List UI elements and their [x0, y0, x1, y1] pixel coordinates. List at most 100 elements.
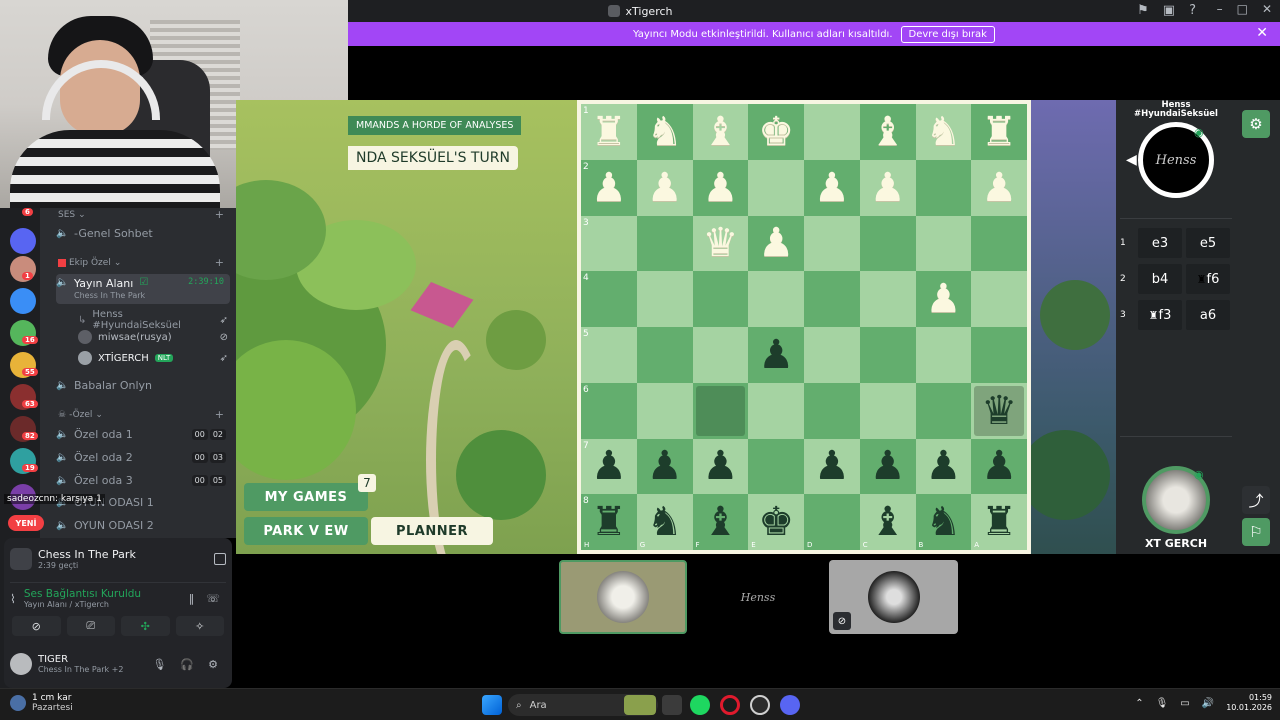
chess-piece[interactable]: ♟	[814, 446, 850, 486]
board-square[interactable]	[748, 438, 804, 495]
board-square[interactable]	[971, 271, 1027, 327]
board-square[interactable]: ♟	[692, 159, 749, 216]
board-square[interactable]	[636, 327, 693, 383]
maximize-button[interactable]: □	[1237, 2, 1248, 16]
file-explorer-icon[interactable]	[662, 695, 682, 715]
board-square[interactable]: ♞	[915, 104, 972, 160]
noise-suppression-icon[interactable]: ‖	[189, 592, 195, 605]
widget-icon[interactable]	[624, 695, 656, 715]
chess-piece[interactable]: ♟	[870, 168, 906, 208]
chess-piece[interactable]: ♞	[647, 112, 683, 152]
board-square[interactable]: ♟	[915, 438, 972, 495]
chess-piece[interactable]: ♚	[758, 112, 794, 152]
chess-piece[interactable]: ♜	[591, 502, 627, 542]
camera-off-button[interactable]: ⊘	[12, 616, 61, 636]
my-games-button[interactable]: MY GAMES	[244, 483, 368, 511]
board-square[interactable]: F ♝	[692, 494, 749, 550]
board-square[interactable]: 5	[581, 327, 637, 383]
board-square[interactable]	[804, 327, 860, 383]
headphones-icon[interactable]: 🎧	[180, 658, 194, 671]
screen-share-button[interactable]: ⎚	[66, 616, 115, 636]
move-cell[interactable]: e3	[1138, 228, 1182, 258]
board-square[interactable]	[971, 327, 1027, 383]
activity-button[interactable]: ✣	[121, 616, 170, 636]
board-square[interactable]	[859, 271, 916, 327]
move-cell[interactable]: ♜ f6	[1186, 264, 1230, 294]
board-square[interactable]	[636, 382, 693, 439]
board-square[interactable]: ♜	[971, 104, 1027, 160]
board-square[interactable]: 1 ♜	[581, 104, 637, 160]
move-cell[interactable]: ♜ f3	[1138, 300, 1182, 330]
board-square[interactable]: B ♞	[915, 494, 972, 550]
board-square[interactable]	[915, 215, 972, 272]
opera-icon[interactable]	[720, 695, 740, 715]
chess-piece[interactable]: ♞	[925, 112, 961, 152]
chess-piece[interactable]: ♞	[925, 502, 961, 542]
board-square[interactable]: ♚	[748, 104, 804, 160]
board-square[interactable]: ♟	[971, 159, 1027, 216]
chess-piece[interactable]: ♟	[925, 446, 961, 486]
board-square[interactable]	[748, 159, 804, 216]
board-square[interactable]	[636, 215, 693, 272]
chess-piece[interactable]: ♟	[647, 168, 683, 208]
chess-piece[interactable]: ♜	[981, 112, 1017, 152]
board-square[interactable]: D	[804, 494, 860, 550]
board-square[interactable]: ♝	[859, 104, 916, 160]
soundboard-button[interactable]: ✧	[175, 616, 224, 636]
board-square[interactable]: ♟	[804, 438, 860, 495]
channel-oyun-odasi-2[interactable]: 🔈 OYUN ODASI 2	[56, 515, 230, 535]
new-badge[interactable]: YENİ	[8, 515, 44, 531]
microphone-icon[interactable]: 🎙	[152, 658, 166, 671]
board-square[interactable]: ♟	[692, 438, 749, 495]
board-square[interactable]: 6	[581, 382, 637, 439]
voice-user[interactable]: miwsae(rusya) ⊘	[78, 330, 228, 344]
board-square[interactable]: ♞	[636, 104, 693, 160]
board-square[interactable]: ♟	[915, 271, 972, 327]
board-square[interactable]: 8 H ♜	[581, 494, 637, 550]
inbox-icon[interactable]: ⚑	[1137, 3, 1149, 18]
settings-gear-icon[interactable]: ⚙	[1242, 110, 1270, 138]
category-ekip-ozel[interactable]: Ekip Özel ⌄	[58, 258, 121, 268]
chess-piece[interactable]: ♚	[758, 502, 794, 542]
board-square[interactable]	[804, 215, 860, 272]
discord-icon[interactable]	[780, 695, 800, 715]
category-ozel[interactable]: ☠ -Özel ⌄	[58, 410, 103, 420]
board-square[interactable]: 4	[581, 271, 637, 327]
add-channel-icon[interactable]: +	[215, 256, 224, 269]
board-square[interactable]	[692, 382, 749, 439]
board-square[interactable]	[748, 271, 804, 327]
voice-user[interactable]: ↳ Henss #HyundaiSeksüel ➶	[78, 309, 228, 331]
park-view-button[interactable]: PARK V EW	[244, 517, 368, 545]
chess-piece[interactable]: ♟	[814, 168, 850, 208]
steam-icon[interactable]	[750, 695, 770, 715]
network-icon[interactable]: ▭	[1180, 698, 1189, 709]
board-square[interactable]	[859, 382, 916, 439]
settings-gear-icon[interactable]: ⚙	[208, 658, 218, 671]
board-square[interactable]	[915, 327, 972, 383]
activity-card[interactable]: Chess In The Park 2:39 geçti	[10, 544, 226, 574]
board-square[interactable]: ♟	[859, 159, 916, 216]
board-square[interactable]: G ♞	[636, 494, 693, 550]
board-square[interactable]: C ♝	[859, 494, 916, 550]
add-channel-icon[interactable]: +	[215, 408, 224, 421]
board-square[interactable]	[859, 327, 916, 383]
move-cell[interactable]: a6	[1186, 300, 1230, 330]
channel-ozel-oda-1[interactable]: 🔈 Özel oda 1 00 02	[56, 424, 230, 444]
category-ses[interactable]: SES ⌄	[58, 210, 86, 220]
chess-piece[interactable]: ♜	[591, 112, 627, 152]
add-channel-icon[interactable]: +	[215, 208, 224, 221]
board-square[interactable]	[692, 271, 749, 327]
channel-yayin-alani[interactable]: 🔈 Yayın Alanı ☑ 2:39:10 Chess In The Park	[56, 274, 230, 304]
current-user[interactable]: TIGER Chess In The Park +2 🎙 🎧 ⚙	[10, 648, 226, 680]
move-cell[interactable]: b4	[1138, 264, 1182, 294]
participant-tile[interactable]: Henss	[694, 560, 822, 634]
board-square[interactable]	[748, 382, 804, 439]
minimize-button[interactable]: –	[1217, 2, 1223, 16]
board-square[interactable]: ♟	[859, 438, 916, 495]
board-square[interactable]: A ♜	[971, 494, 1027, 550]
banner-close-icon[interactable]: ✕	[1256, 25, 1268, 41]
chess-piece[interactable]: ♝	[702, 112, 738, 152]
chess-piece[interactable]: ♟	[925, 279, 961, 319]
chess-piece[interactable]: ♝	[702, 502, 738, 542]
disable-streamer-mode-button[interactable]: Devre dışı bırak	[900, 25, 995, 43]
